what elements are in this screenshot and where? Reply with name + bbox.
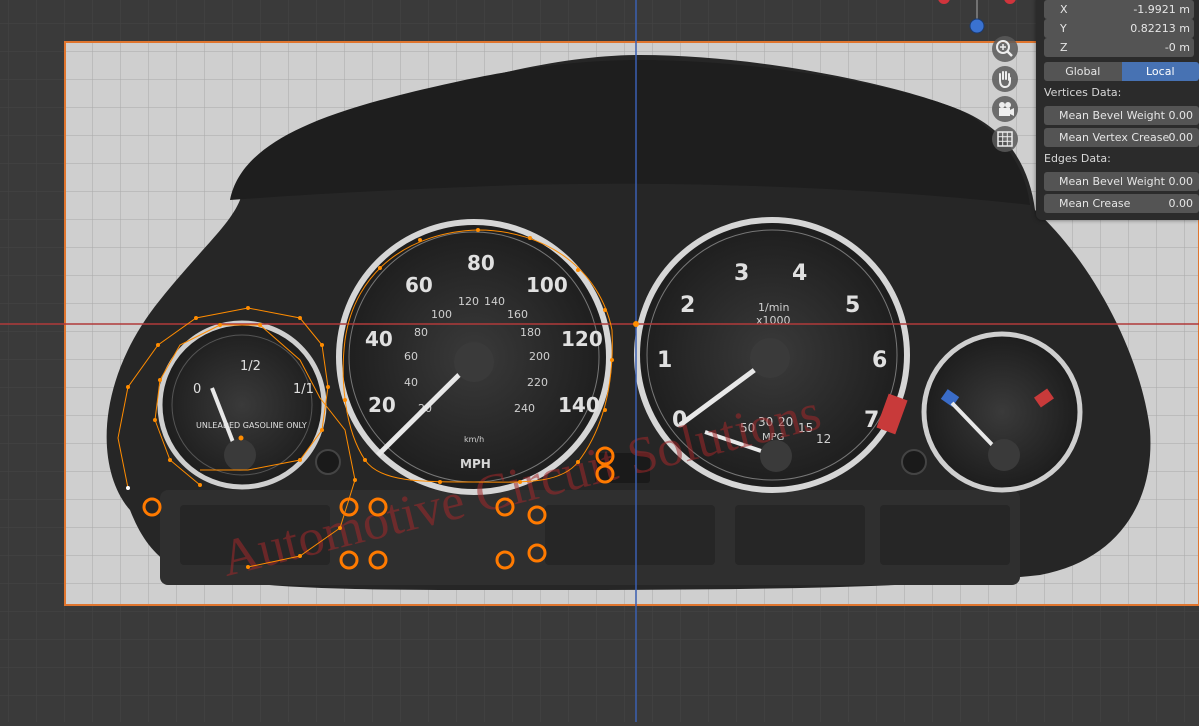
speedo-tick-60: 60 [405, 273, 433, 297]
tach-tick-2: 2 [680, 293, 695, 318]
y-label: Y [1060, 22, 1067, 35]
zoom-icon[interactable] [992, 36, 1018, 62]
tach-unit: 1/min [758, 301, 789, 314]
svg-text:180: 180 [520, 326, 541, 339]
fuel-caption: UNLEADED GASOLINE ONLY [196, 421, 307, 430]
svg-text:240: 240 [514, 402, 535, 415]
svg-text:40: 40 [404, 376, 418, 389]
local-button[interactable]: Local [1122, 62, 1199, 81]
x-label: X [1060, 3, 1068, 16]
z-label: Z [1060, 41, 1068, 54]
global-button[interactable]: Global [1044, 62, 1122, 81]
fuel-label-half: 1/2 [240, 359, 261, 374]
vertices-data-header: Vertices Data: [1044, 86, 1121, 99]
3d-viewport[interactable]: 0 1/2 1/1 UNLEADED GASOLINE ONLY 20 40 6… [0, 0, 1199, 722]
mean-crease-field[interactable]: Mean Crease 0.00 [1044, 194, 1199, 213]
item-properties-panel: X -1.9921 m Y 0.82213 m Z -0 m Global Lo… [1036, 0, 1199, 220]
x-value: -1.9921 m [1133, 3, 1190, 16]
svg-text:140: 140 [484, 295, 505, 308]
grid-ortho-icon[interactable] [992, 126, 1018, 152]
svg-text:120: 120 [458, 295, 479, 308]
mean-bevel-weight-field[interactable]: Mean Bevel Weight 0.00 [1044, 106, 1199, 125]
camera-icon[interactable] [992, 96, 1018, 122]
tach-tick-6: 6 [872, 348, 887, 373]
tach-tick-3: 3 [734, 261, 749, 286]
x-field[interactable]: X -1.9921 m [1044, 0, 1194, 19]
hand-pan-icon[interactable] [992, 66, 1018, 92]
y-value: 0.82213 m [1130, 22, 1190, 35]
speedo-tick-100: 100 [526, 273, 568, 297]
speedo-tick-80: 80 [467, 251, 495, 275]
svg-text:200: 200 [529, 350, 550, 363]
svg-text:60: 60 [404, 350, 418, 363]
viewport-canvas: 0 1/2 1/1 UNLEADED GASOLINE ONLY 20 40 6… [0, 0, 1199, 722]
speedo-kmh: km/h [464, 435, 484, 444]
tach-tick-1: 1 [657, 348, 672, 373]
speedo-tick-20: 20 [368, 393, 396, 417]
fuel-label-empty: 0 [193, 382, 201, 397]
mean-vertex-crease-field[interactable]: Mean Vertex Crease 0.00 [1044, 128, 1199, 147]
z-field[interactable]: Z -0 m [1044, 38, 1194, 57]
edges-data-header: Edges Data: [1044, 152, 1111, 165]
tach-tick-7: 7 [864, 408, 879, 433]
speedo-tick-120: 120 [561, 327, 603, 351]
svg-text:80: 80 [414, 326, 428, 339]
tach-tick-5: 5 [845, 293, 860, 318]
tach-multiplier: x1000 [756, 314, 791, 327]
svg-text:100: 100 [431, 308, 452, 321]
transform-space-toggle: Global Local [1044, 62, 1199, 81]
svg-text:220: 220 [527, 376, 548, 389]
fuel-label-full: 1/1 [293, 382, 314, 397]
speedo-tick-40: 40 [365, 327, 393, 351]
tach-tick-4: 4 [792, 261, 807, 286]
z-value: -0 m [1165, 41, 1190, 54]
y-field[interactable]: Y 0.82213 m [1044, 19, 1194, 38]
edge-mean-bevel-weight-field[interactable]: Mean Bevel Weight 0.00 [1044, 172, 1199, 191]
speedo-tick-140: 140 [558, 393, 600, 417]
svg-text:160: 160 [507, 308, 528, 321]
